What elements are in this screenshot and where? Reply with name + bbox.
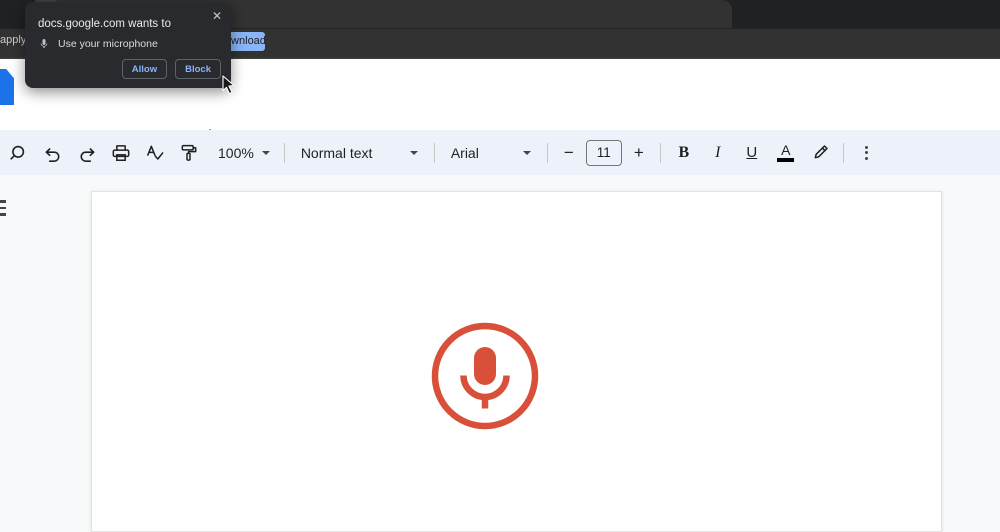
toolbar-divider [659,142,661,163]
text-color-button[interactable]: A [771,138,801,168]
highlight-color-button[interactable] [805,138,835,168]
docs-formatting-toolbar: 100% Normal text Arial − 11 + B I U A [0,130,1000,175]
zoom-selector[interactable]: 100% [212,145,276,161]
spellcheck-icon [147,145,164,160]
google-docs-logo[interactable] [0,69,14,105]
print-button[interactable] [106,138,136,168]
toolbar-divider [433,142,435,163]
paragraph-style-selector[interactable]: Normal text [293,138,426,168]
font-size-increase-button[interactable]: + [626,140,652,166]
document-canvas [0,175,1000,532]
undo-icon [45,147,60,162]
chevron-down-icon [522,150,531,155]
italic-button[interactable]: I [703,138,733,168]
mouse-cursor [222,75,235,95]
block-button[interactable]: Block [175,59,221,79]
toolbar-divider [842,142,844,163]
font-family-value: Arial [450,144,479,161]
bold-label: B [678,143,690,161]
zoom-value: 100% [218,144,254,161]
search-icon [10,145,25,160]
underline-label: U [746,144,758,161]
toolbar-divider [546,142,548,163]
toolbar-divider [283,142,285,163]
chevron-down-icon [409,150,418,155]
paragraph-style-value: Normal text [300,144,373,161]
chevron-down-icon [261,150,270,155]
redo-button[interactable] [72,138,102,168]
permission-dialog-actions: Allow Block [121,59,221,79]
bold-button[interactable]: B [669,138,699,168]
font-family-selector[interactable]: Arial [443,138,539,168]
show-outline-icon[interactable] [0,200,6,216]
browser-window: apply y Download ✕ docs.google.com wants… [0,0,1000,532]
search-button[interactable] [4,138,34,168]
italic-label: I [715,143,721,161]
underline-button[interactable]: U [737,138,767,168]
print-icon [112,144,130,161]
permission-request-row: Use your microphone [38,37,158,51]
paint-format-icon [181,144,197,161]
font-size-input[interactable]: 11 [585,139,622,166]
close-icon[interactable]: ✕ [209,8,225,24]
text-color-letter: A [781,141,791,158]
undo-button[interactable] [38,138,68,168]
more-options-button[interactable] [852,138,882,168]
permission-request-label: Use your microphone [58,38,158,50]
microphone-permission-dialog: ✕ docs.google.com wants to Use your micr… [25,2,231,88]
paint-format-button[interactable] [174,138,204,168]
microphone-icon [431,322,539,430]
font-size-decrease-button[interactable]: − [556,140,582,166]
highlighter-pen-icon [814,144,828,158]
voice-typing-microphone[interactable] [429,320,541,432]
text-color-icon: A [777,141,795,162]
more-vertical-icon [865,145,869,160]
redo-icon [80,147,95,162]
spellcheck-button[interactable] [140,138,170,168]
text-color-swatch [777,157,795,162]
allow-button[interactable]: Allow [121,59,168,79]
permission-dialog-title: docs.google.com wants to [38,18,171,30]
microphone-icon [40,39,48,48]
font-size-stepper: − 11 + [556,139,652,166]
document-page[interactable] [91,191,942,532]
